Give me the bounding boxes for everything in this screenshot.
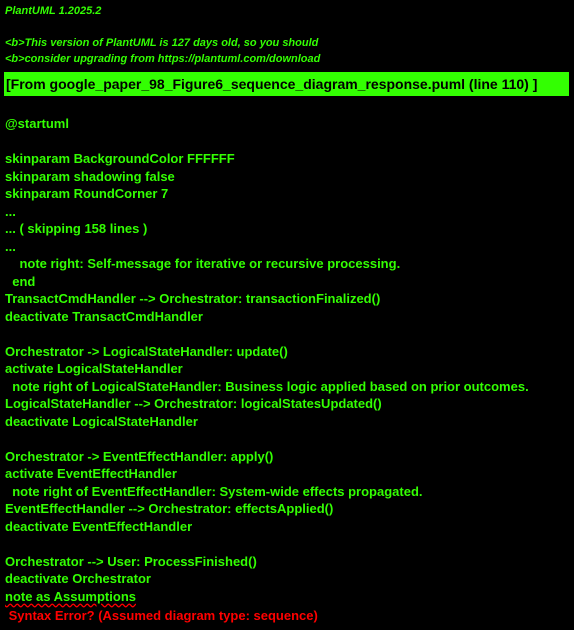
source-line: deactivate TransactCmdHandler bbox=[5, 308, 203, 324]
source-line: Orchestrator --> User: ProcessFinished() bbox=[5, 553, 257, 569]
source-line: EventEffectHandler --> Orchestrator: eff… bbox=[5, 501, 334, 516]
source-line: ... ( skipping 158 lines ) bbox=[5, 221, 148, 236]
version-label: PlantUML 1.2025.2 bbox=[5, 5, 102, 17]
source-line: end bbox=[5, 273, 36, 289]
source-line: skinparam shadowing false bbox=[5, 168, 175, 184]
source-line: Orchestrator -> LogicalStateHandler: upd… bbox=[5, 343, 288, 359]
source-line: skinparam RoundCorner 7 bbox=[5, 186, 169, 201]
source-line: activate LogicalStateHandler bbox=[5, 361, 183, 376]
source-line: TransactCmdHandler --> Orchestrator: tra… bbox=[5, 291, 381, 306]
source-line: note right of LogicalStateHandler: Busin… bbox=[5, 378, 529, 394]
source-line: @startuml bbox=[5, 116, 69, 131]
source-line: note right: Self-message for iterative o… bbox=[5, 256, 401, 271]
source-line: activate EventEffectHandler bbox=[5, 466, 177, 481]
source-line: skinparam BackgroundColor FFFFFF bbox=[5, 151, 235, 166]
syntax-error-message: Syntax Error? (Assumed diagram type: seq… bbox=[5, 608, 318, 623]
warning-line-1: <b>This version of PlantUML is 127 days … bbox=[5, 37, 319, 49]
warning-line-2: <b>consider upgrading from https://plant… bbox=[5, 53, 321, 65]
source-line: note right of EventEffectHandler: System… bbox=[5, 483, 423, 499]
source-line: LogicalStateHandler --> Orchestrator: lo… bbox=[5, 396, 382, 411]
source-line: Orchestrator -> EventEffectHandler: appl… bbox=[5, 448, 274, 464]
source-line: deactivate EventEffectHandler bbox=[5, 518, 193, 534]
source-banner: [From google_paper_98_Figure6_sequence_d… bbox=[4, 72, 569, 96]
source-line: ... bbox=[5, 203, 16, 219]
source-line: ... bbox=[5, 238, 16, 254]
source-line: deactivate LogicalStateHandler bbox=[5, 413, 198, 429]
source-line: deactivate Orchestrator bbox=[5, 571, 151, 586]
source-line: note as Assumptions bbox=[5, 588, 136, 604]
